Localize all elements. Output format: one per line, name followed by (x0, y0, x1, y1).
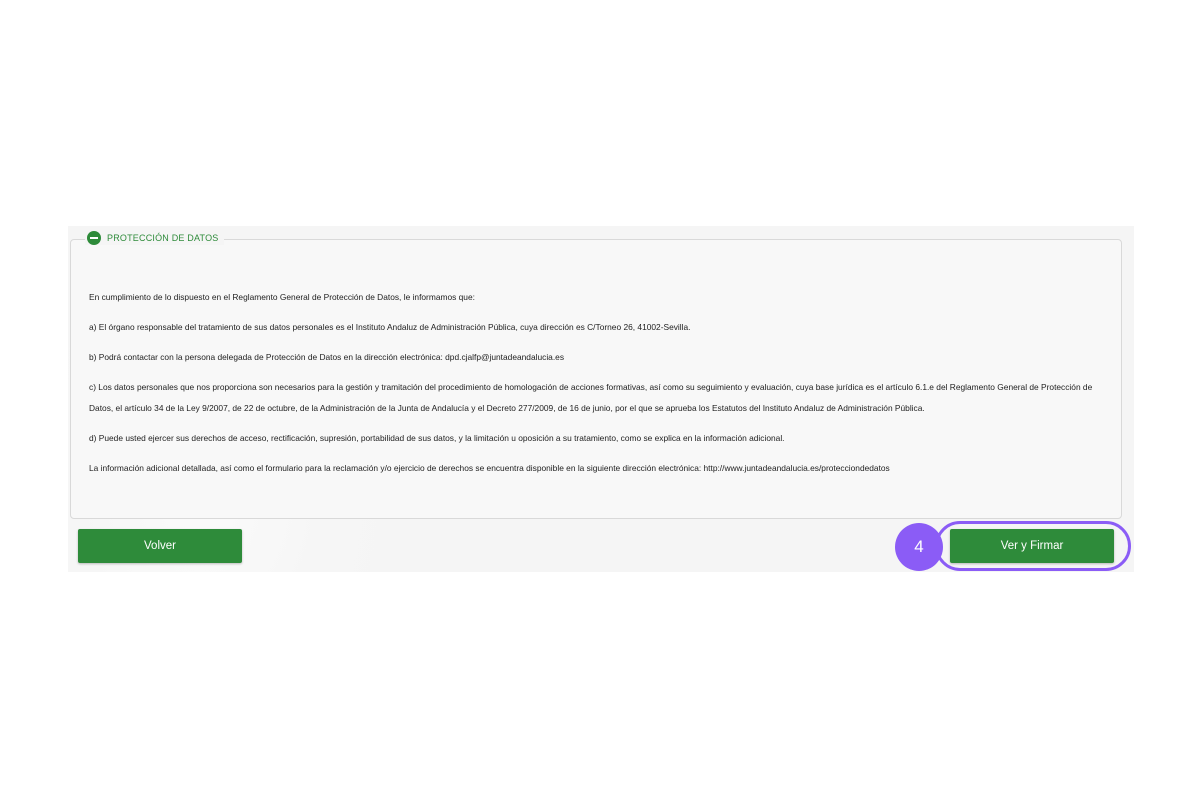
collapse-minus-icon[interactable] (87, 231, 101, 245)
paragraph-a: a) El órgano responsable del tratamiento… (89, 322, 691, 332)
data-protection-fieldset: PROTECCIÓN DE DATOS En cumplimiento de l… (70, 231, 1122, 519)
section-legend[interactable]: PROTECCIÓN DE DATOS (85, 231, 225, 245)
paragraph-b: b) Podrá contactar con la persona delega… (89, 352, 565, 362)
paragraph-additional-info: La información adicional detallada, así … (89, 463, 890, 473)
step-number-badge: 4 (895, 523, 943, 571)
back-button[interactable]: Volver (78, 529, 242, 563)
paragraph-intro: En cumplimiento de lo dispuesto en el Re… (89, 292, 475, 302)
step-highlight-ring (935, 521, 1131, 571)
section-content: En cumplimiento de lo dispuesto en el Re… (89, 287, 1109, 488)
paragraph-d: d) Puede usted ejercer sus derechos de a… (89, 433, 785, 443)
paragraph-c: c) Los datos personales que nos proporci… (89, 382, 1093, 413)
section-title: PROTECCIÓN DE DATOS (107, 233, 219, 243)
